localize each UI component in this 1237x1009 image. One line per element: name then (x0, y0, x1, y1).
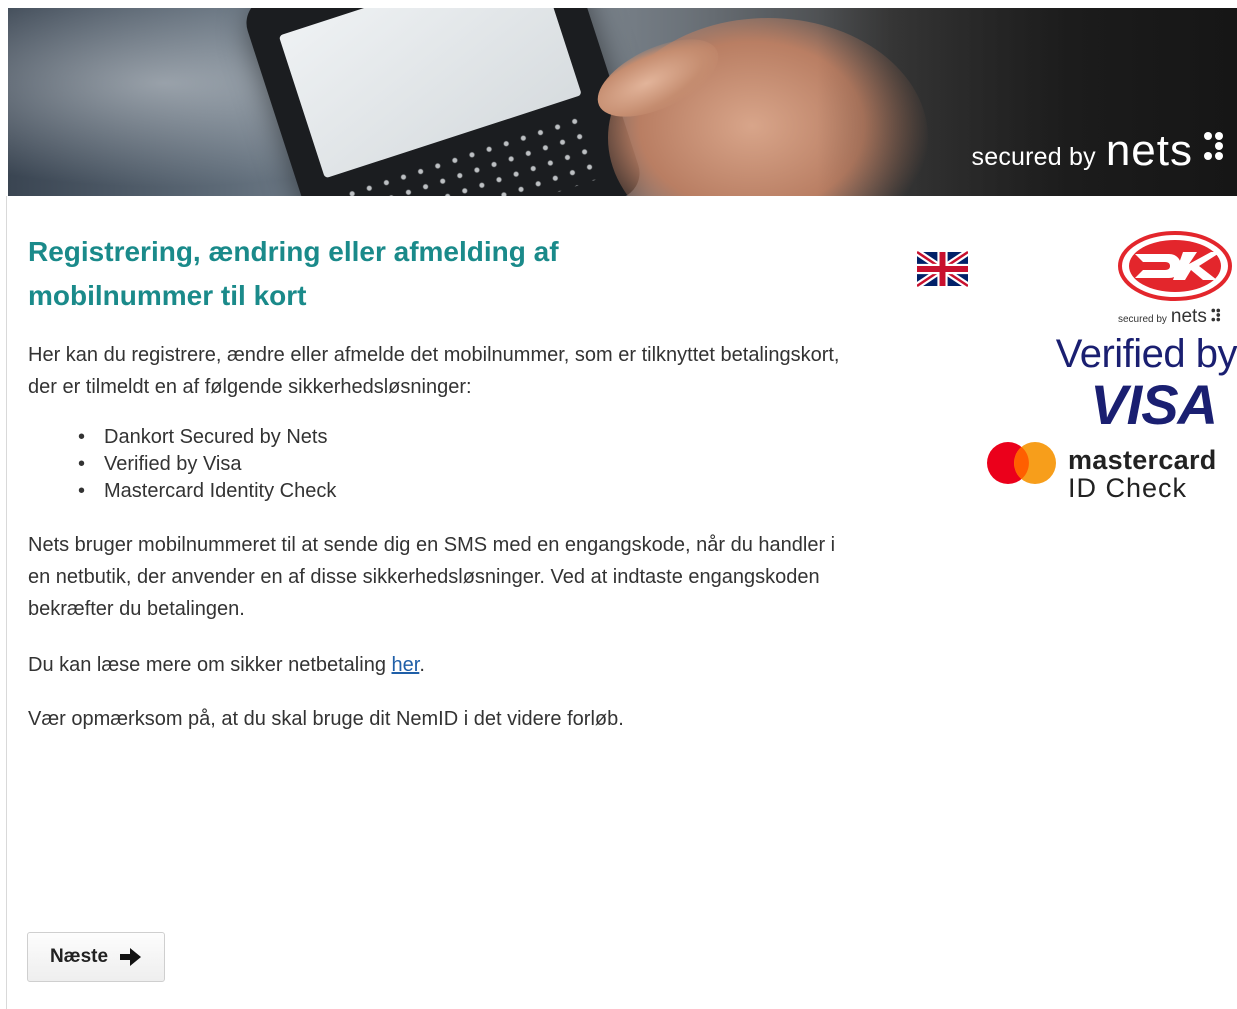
security-solutions-list: Dankort Secured by Nets Verified by Visa… (78, 424, 336, 505)
mastercard-id-check-text: mastercard ID Check (1068, 445, 1217, 503)
dankort-logo-icon (1118, 231, 1232, 301)
header-banner: secured by nets (8, 8, 1237, 196)
next-button[interactable]: Næste (27, 932, 165, 982)
verified-by-visa-logo: Verified by VISA (1055, 332, 1237, 436)
arrow-right-icon (120, 948, 142, 966)
nets-dots-icon (1204, 132, 1223, 160)
list-item: Dankort Secured by Nets (78, 424, 336, 451)
list-item: Verified by Visa (78, 451, 336, 478)
intro-text: Her kan du registrere, ændre eller afmel… (28, 344, 840, 398)
read-more-text: Du kan læse mere om sikker netbetaling h… (28, 654, 425, 676)
page-border (6, 196, 7, 1009)
banner-phone-image (239, 8, 647, 196)
secured-by-text: secured by (971, 143, 1096, 171)
nets-dots-icon (1211, 308, 1220, 322)
nemid-notice: Vær opmærksom på, at du skal bruge dit N… (28, 708, 624, 730)
uk-flag-icon[interactable] (917, 250, 968, 288)
mastercard-logo-icon (987, 442, 1056, 484)
explanation-text: Nets bruger mobilnummeret til at sende d… (28, 534, 836, 620)
dankort-secured-by-nets: secured by nets (1118, 306, 1221, 328)
nets-brand-text: nets (1105, 126, 1193, 175)
next-button-label: Næste (49, 946, 109, 967)
read-more-link[interactable]: her (392, 654, 420, 676)
secured-by-nets-logo: secured by nets (972, 126, 1225, 176)
list-item: Mastercard Identity Check (78, 478, 336, 505)
page-title: Registrering, ændring eller afmelding af… (28, 236, 559, 311)
